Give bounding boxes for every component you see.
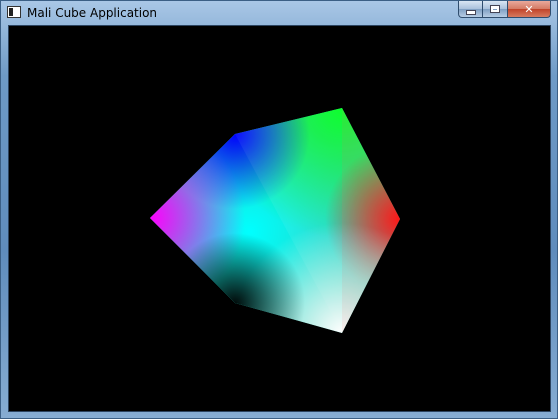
cube-render — [150, 108, 400, 333]
console-window-icon[interactable] — [7, 6, 21, 18]
application-window: Mali Cube Application ✕ — [0, 0, 558, 419]
minimize-button[interactable] — [458, 1, 483, 18]
minimize-icon — [465, 9, 476, 15]
cube — [150, 108, 400, 333]
close-button[interactable]: ✕ — [508, 1, 551, 18]
title-bar[interactable]: Mali Cube Application ✕ — [1, 1, 557, 25]
maximize-icon — [491, 6, 499, 12]
close-icon: ✕ — [524, 2, 534, 16]
window-title: Mali Cube Application — [27, 6, 158, 20]
maximize-button[interactable] — [483, 1, 508, 18]
window-controls: ✕ — [458, 1, 551, 18]
render-viewport[interactable] — [8, 25, 551, 412]
